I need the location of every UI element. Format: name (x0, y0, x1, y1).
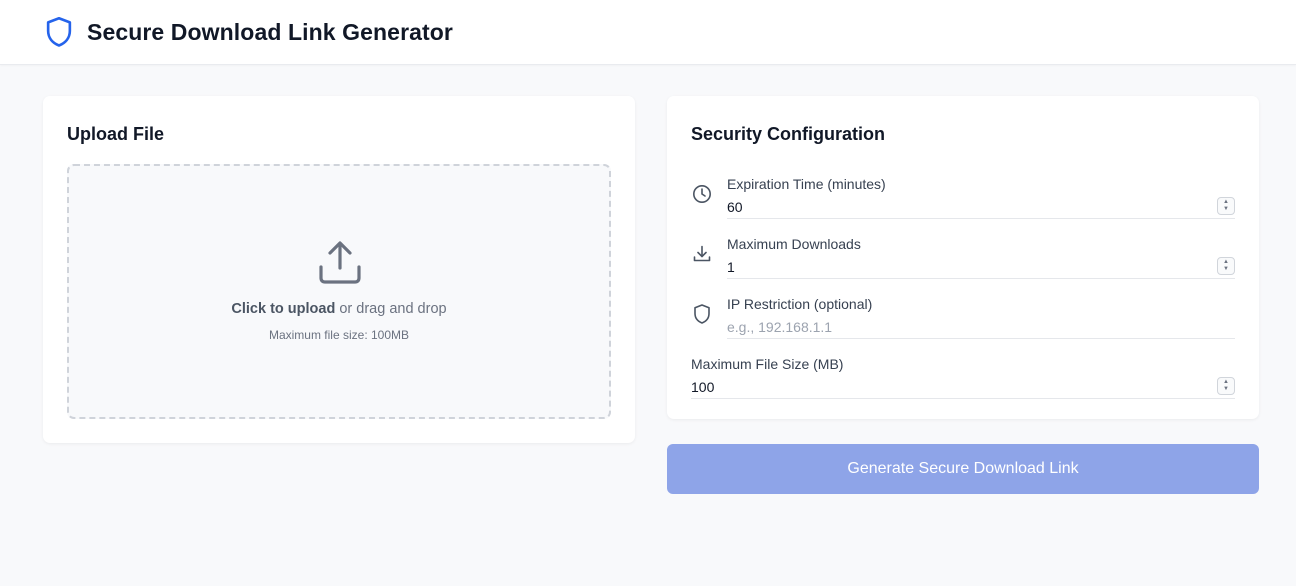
stepper-down-icon: ▼ (1223, 386, 1229, 392)
app-title: Secure Download Link Generator (87, 18, 453, 45)
max-downloads-input[interactable] (727, 255, 1235, 279)
upload-heading: Upload File (67, 124, 165, 144)
file-dropzone[interactable]: Click to upload or drag and drop Maximum… (67, 164, 611, 419)
click-to-upload-link[interactable]: Click to upload (231, 301, 335, 317)
shield-icon (691, 303, 713, 325)
max-downloads-label: Maximum Downloads (727, 236, 861, 252)
upload-card: Upload File Click to upload or drag and … (43, 96, 635, 443)
app-header: Secure Download Link Generator (0, 0, 1296, 65)
expiration-stepper[interactable]: ▲ ▼ (1217, 197, 1235, 215)
expiration-label: Expiration Time (minutes) (727, 176, 886, 192)
expiration-input[interactable] (727, 195, 1235, 219)
security-heading: Security Configuration (691, 124, 886, 144)
max-downloads-field: Maximum Downloads ▲▼ (691, 236, 1235, 280)
expiration-field: Expiration Time (minutes) ▲▼ (691, 176, 1235, 220)
max-downloads-stepper[interactable]: ▲ ▼ (1217, 257, 1235, 275)
upload-instructions: Click to upload or drag and drop (69, 301, 609, 317)
shield-icon (44, 15, 74, 49)
stepper-up-icon: ▲ (1223, 199, 1229, 205)
stepper-up-icon: ▲ (1223, 379, 1229, 385)
ip-restriction-label: IP Restriction (optional) (727, 296, 873, 312)
ip-restriction-field: IP Restriction (optional) (691, 296, 1235, 340)
stepper-up-icon: ▲ (1223, 259, 1229, 265)
drag-drop-text: or drag and drop (335, 301, 447, 317)
clock-icon (691, 183, 713, 205)
stepper-down-icon: ▼ (1223, 266, 1229, 272)
upload-icon (317, 240, 363, 286)
max-file-size-input[interactable] (691, 375, 1235, 399)
ip-restriction-input[interactable] (727, 315, 1235, 339)
security-card: Security Configuration Expiration Time (… (667, 96, 1259, 419)
max-file-size-label: Maximum File Size (MB) (691, 356, 844, 372)
download-icon (691, 243, 713, 265)
generate-link-button[interactable]: Generate Secure Download Link (667, 444, 1259, 494)
max-file-size-field: Maximum File Size (MB) ▲▼ (691, 356, 1235, 400)
stepper-down-icon: ▼ (1223, 206, 1229, 212)
max-size-note: Maximum file size: 100MB (268, 328, 410, 342)
max-file-size-stepper[interactable]: ▲ ▼ (1217, 377, 1235, 395)
